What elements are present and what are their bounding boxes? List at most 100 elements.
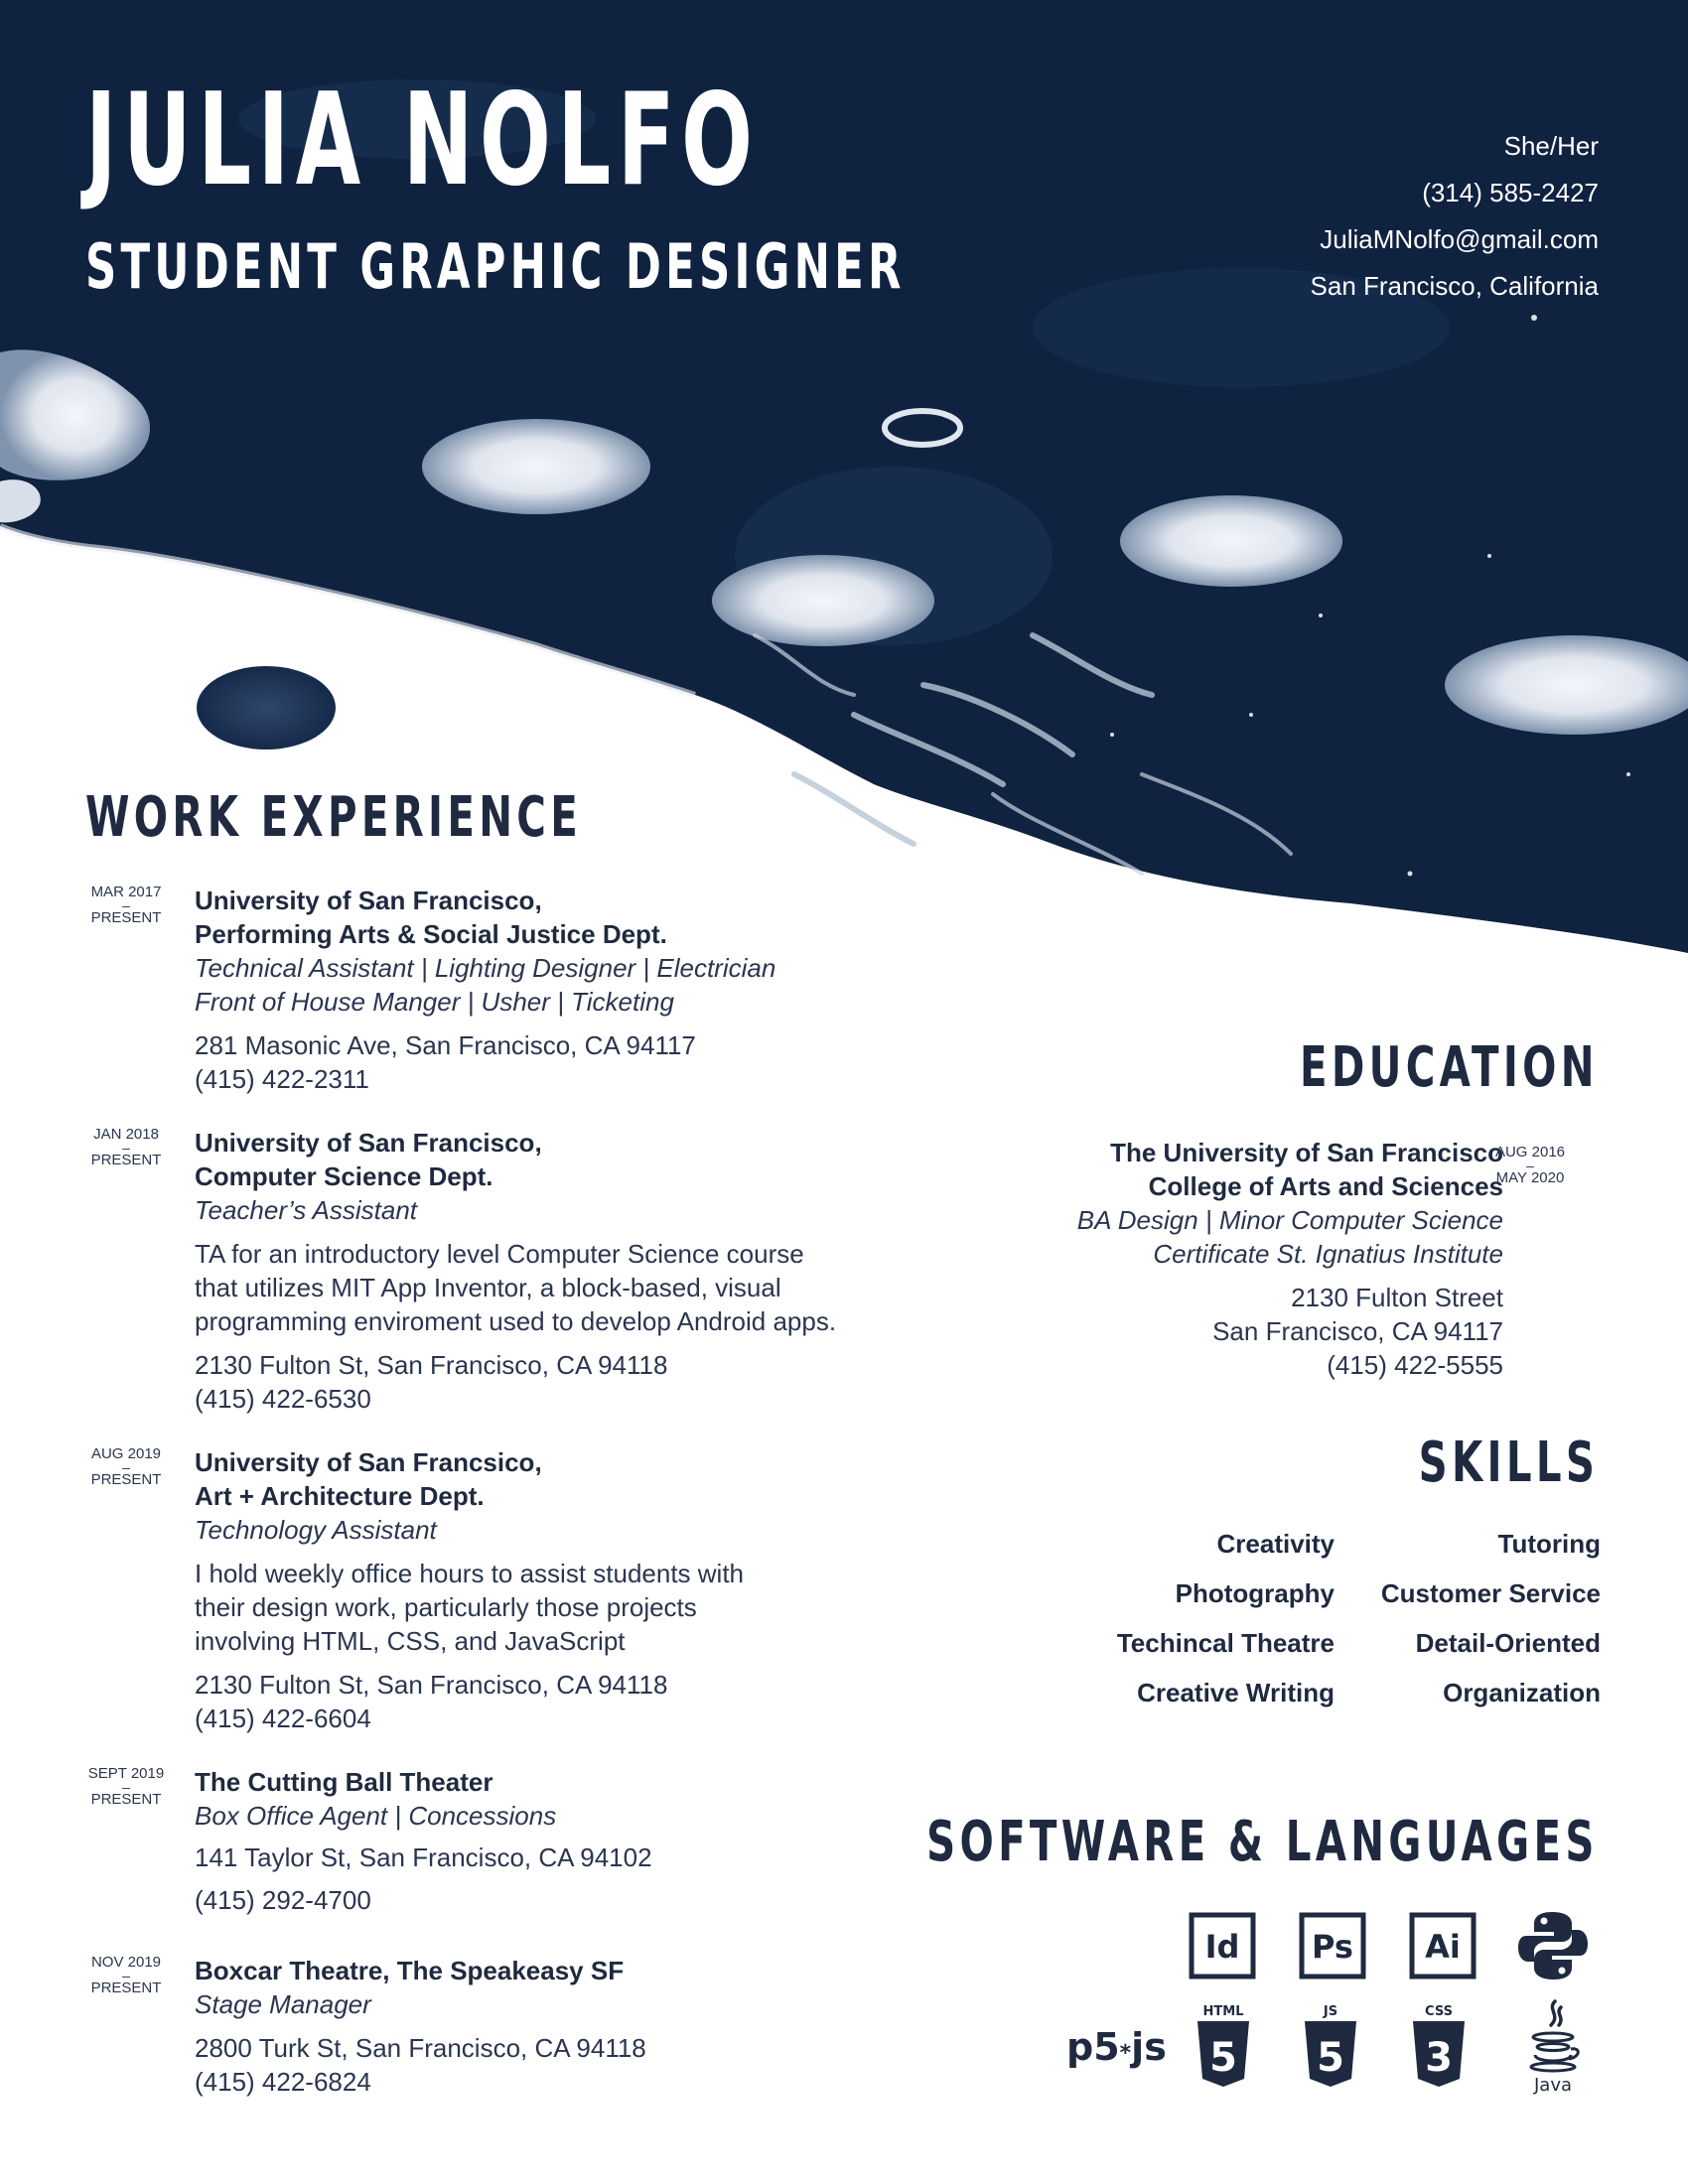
school-city: San Francisco, CA 94117 — [1212, 1316, 1503, 1346]
illustrator-icon: Ai — [1409, 1912, 1477, 1979]
skill-item: Photography — [1175, 1578, 1335, 1608]
job-dates: JAN 2018 – PRESENT — [83, 1126, 169, 1169]
date-dash: – — [122, 897, 130, 913]
java-label: Java — [1533, 2075, 1572, 2095]
job-description: I hold weekly office hours to assist stu… — [195, 1557, 929, 1658]
illustrator-label: Ai — [1425, 1928, 1461, 1966]
job-organization: University of San Francsico, — [195, 1447, 542, 1477]
school-phone: (415) 422-5555 — [1327, 1350, 1503, 1380]
job-dates: AUG 2019 – PRESENT — [83, 1445, 169, 1489]
css3-label: CSS — [1425, 2004, 1453, 2019]
job-department: Computer Science Dept. — [195, 1161, 493, 1191]
javascript-label: JS — [1323, 2004, 1337, 2019]
job-role: Stage Manager — [195, 1989, 371, 2019]
school-name: The University of San Francisco — [1110, 1138, 1503, 1167]
css3-icon: CSS 3 — [1413, 2004, 1465, 2087]
job-role: Teacher’s Assistant — [195, 1195, 418, 1225]
skill-item: Techincal Theatre — [1116, 1628, 1335, 1658]
job-address: 2800 Turk St, San Francisco, CA 94118 — [195, 2033, 646, 2063]
contact-block: She/Her (314) 585-2427 JuliaMNolfo@gmail… — [1311, 123, 1599, 310]
java-icon: Java — [1529, 1999, 1580, 2095]
skill-item: Creative Writing — [1137, 1678, 1335, 1707]
svg-text:3: 3 — [1425, 2035, 1453, 2081]
html5-icon: HTML 5 — [1197, 2004, 1249, 2087]
job-address: 2130 Fulton St, San Francisco, CA 94118 — [195, 1670, 668, 1700]
job-dates: NOV 2019 – PRESENT — [83, 1954, 169, 1997]
job-end-date: PRESENT — [90, 1791, 162, 1808]
job-address-block: 281 Masonic Ave, San Francisco, CA 94117… — [195, 1028, 929, 1096]
skills-heading: SKILLS — [1418, 1431, 1599, 1495]
python-icon — [1518, 1912, 1588, 1979]
skills-column-left: Creativity Photography Techincal Theatre… — [1117, 1519, 1335, 1717]
svg-text:5: 5 — [1317, 2035, 1344, 2081]
job-organization: University of San Francisco, — [195, 886, 542, 915]
photoshop-label: Ps — [1312, 1928, 1353, 1966]
job-end-date: PRESENT — [90, 1979, 162, 1996]
job-phone: (415) 292-4700 — [195, 1885, 371, 1915]
job-description-line: their design work, particularly those pr… — [195, 1592, 697, 1622]
job-role: Front of House Manger | Usher | Ticketin… — [195, 987, 674, 1017]
job-address-block: 2130 Fulton St, San Francisco, CA 94118 … — [195, 1668, 929, 1735]
date-dash: – — [122, 1779, 130, 1795]
job-description-line: I hold weekly office hours to assist stu… — [195, 1559, 745, 1588]
date-dash: – — [122, 1140, 130, 1156]
job-phone: (415) 422-2311 — [195, 1064, 369, 1094]
job-organization: Boxcar Theatre, The Speakeasy SF — [195, 1956, 625, 1985]
date-dash: – — [1526, 1158, 1534, 1173]
job-phone: (415) 422-6530 — [195, 1384, 371, 1414]
svg-text:5: 5 — [1209, 2035, 1237, 2081]
job-description: TA for an introductory level Computer Sc… — [195, 1237, 929, 1338]
date-dash: – — [122, 1459, 130, 1475]
job-description-line: involving HTML, CSS, and JavaScript — [195, 1626, 626, 1656]
job-address: 281 Masonic Ave, San Francisco, CA 94117 — [195, 1030, 696, 1060]
job-address-block: 2130 Fulton St, San Francisco, CA 94118 … — [195, 1348, 929, 1416]
job-phone: (415) 422-6604 — [195, 1704, 371, 1733]
software-heading: SOFTWARE & LANGUAGES — [926, 1810, 1599, 1874]
job-organization: University of San Francisco, — [195, 1128, 542, 1158]
education-entry: The University of San Francisco College … — [908, 1136, 1503, 1382]
degree: BA Design | Minor Computer Science — [1076, 1205, 1503, 1235]
candidate-title: STUDENT GRAPHIC DESIGNER — [85, 230, 906, 303]
job-end-date: PRESENT — [90, 1471, 162, 1488]
p5js-suffix: js — [1131, 2025, 1167, 2069]
job-dates: MAR 2017 – PRESENT — [83, 884, 169, 927]
asterisk-icon: * — [1119, 2041, 1132, 2066]
indesign-label: Id — [1205, 1928, 1240, 1966]
candidate-name: JULIA NOLFO — [85, 67, 760, 214]
certificate: Certificate St. Ignatius Institute — [1153, 1239, 1503, 1269]
p5js-label: p5 — [1066, 2025, 1120, 2069]
indesign-icon: Id — [1189, 1912, 1256, 1979]
skill-item: Customer Service — [1380, 1578, 1601, 1608]
email-link[interactable]: JuliaMNolfo@gmail.com — [1311, 216, 1599, 263]
job-end-date: PRESENT — [90, 909, 162, 926]
job-phone: (415) 422-6824 — [195, 2067, 371, 2097]
skill-item: Detail-Oriented — [1415, 1628, 1601, 1658]
date-dash: – — [122, 1968, 130, 1983]
job-role: Box Office Agent | Concessions — [195, 1801, 557, 1831]
job-description-line: programming enviroment used to develop A… — [195, 1306, 837, 1336]
education-heading: EDUCATION — [1300, 1035, 1599, 1100]
job-address-block: 2800 Turk St, San Francisco, CA 94118 (4… — [195, 2031, 929, 2099]
job-dates: SEPT 2019 – PRESENT — [83, 1765, 169, 1809]
job-role: Technical Assistant | Lighting Designer … — [195, 953, 776, 983]
phone-number: (314) 585-2427 — [1422, 178, 1599, 207]
p5js-icon: p5*js — [1066, 2025, 1167, 2069]
job-address: 2130 Fulton St, San Francisco, CA 94118 — [195, 1350, 668, 1380]
school-address-block: 2130 Fulton Street San Francisco, CA 941… — [908, 1281, 1503, 1382]
pronouns: She/Her — [1503, 131, 1599, 161]
skills-column-right: Tutoring Customer Service Detail-Oriente… — [1381, 1519, 1601, 1717]
school-street: 2130 Fulton Street — [1291, 1283, 1503, 1312]
job-address-block: 141 Taylor St, San Francisco, CA 94102 (… — [195, 1837, 929, 1922]
skill-item: Tutoring — [1497, 1529, 1601, 1559]
skill-item: Creativity — [1216, 1529, 1336, 1559]
javascript-icon: JS 5 — [1305, 2004, 1356, 2087]
job-role: Technology Assistant — [195, 1515, 437, 1545]
education-dates: AUG 2016 – MAY 2020 — [1485, 1144, 1575, 1187]
work-experience-heading: WORK EXPERIENCE — [85, 785, 583, 850]
college-name: College of Arts and Sciences — [1148, 1171, 1503, 1201]
job-description-line: that utilizes MIT App Inventor, a block-… — [195, 1273, 781, 1302]
job-address: 141 Taylor St, San Francisco, CA 94102 — [195, 1843, 652, 1872]
job-end-date: PRESENT — [90, 1152, 162, 1168]
job-department: Performing Arts & Social Justice Dept. — [195, 919, 667, 949]
job-department: Art + Architecture Dept. — [195, 1481, 485, 1511]
